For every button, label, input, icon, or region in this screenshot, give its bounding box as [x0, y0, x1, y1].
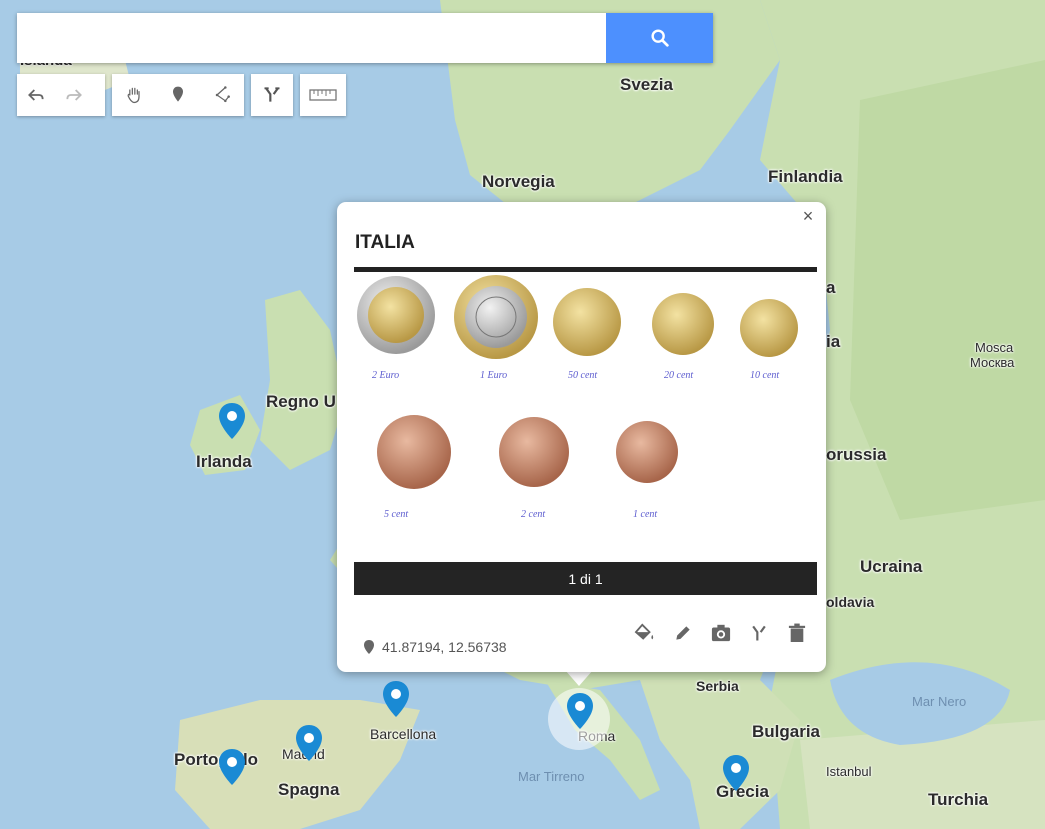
add-photo-button[interactable] — [710, 622, 732, 644]
coin-50-cent — [553, 288, 621, 356]
measure-toolbar — [300, 74, 346, 116]
map-label-spagna: Spagna — [278, 780, 340, 799]
map-label-moldavia: oldavia — [826, 594, 875, 610]
marker-pin-grecia[interactable] — [722, 754, 750, 792]
map-label-svezia: Svezia — [620, 75, 673, 94]
close-icon[interactable]: × — [798, 206, 818, 227]
coordinates-text: 41.87194, 12.56738 — [382, 639, 507, 655]
pencil-icon — [676, 626, 690, 640]
map-label-mosca: Mosca — [975, 340, 1014, 355]
coin-10-cent — [740, 299, 798, 357]
draw-toolbar — [112, 74, 244, 116]
marker-pin-barcellona[interactable] — [382, 680, 410, 718]
map-label-mar-nero: Mar Nero — [912, 694, 967, 709]
map-label-norvegia: Norvegia — [482, 172, 555, 191]
info-window-title: ITALIA — [355, 232, 415, 253]
coin-label: 20 cent — [664, 370, 694, 381]
search-button[interactable] — [606, 13, 713, 63]
infowindow-tail — [565, 670, 593, 686]
draw-line-icon — [215, 86, 230, 103]
image-caption-bar: 1 di 1 — [354, 562, 817, 595]
directions-icon — [264, 87, 280, 102]
marker-icon — [173, 86, 183, 102]
map-label-istanbul: Istanbul — [826, 764, 872, 779]
coin-20-cent — [652, 293, 714, 355]
redo-icon — [66, 89, 82, 101]
map-label-ucraina: Ucraina — [860, 557, 923, 576]
add-directions-button[interactable] — [251, 74, 293, 116]
coin-1-cent — [616, 421, 678, 483]
euro-coins-image — [357, 275, 798, 489]
trash-icon — [788, 623, 806, 642]
redo-button[interactable] — [55, 74, 93, 116]
map-label-irlanda: Irlanda — [196, 452, 252, 471]
info-window-actions — [634, 622, 808, 644]
hand-icon — [127, 87, 140, 104]
marker-pin-irlanda[interactable] — [218, 402, 246, 440]
style-button[interactable] — [634, 622, 656, 644]
map-label-turchia: Turchia — [928, 790, 989, 809]
measure-button[interactable] — [300, 74, 346, 116]
marker-icon — [364, 640, 374, 654]
map-label-fragment-ia: ia — [826, 332, 841, 351]
map-label-mar-tirreno: Mar Tirreno — [518, 769, 585, 784]
marker-pin-italia[interactable] — [566, 692, 594, 730]
map-label-finlandia: Finlandia — [768, 167, 843, 186]
marker-pin-madrid[interactable] — [295, 724, 323, 762]
image-counter: 1 di 1 — [568, 570, 603, 587]
add-marker-button[interactable] — [156, 74, 200, 116]
map-label-fragment-a: a — [826, 278, 836, 297]
coin-label: 50 cent — [568, 370, 598, 381]
search-bar — [17, 13, 713, 63]
map-label-bielorussia: orussia — [826, 445, 887, 464]
search-input[interactable] — [17, 13, 606, 63]
undo-icon — [28, 89, 44, 101]
coin-label: 1 Euro — [480, 370, 508, 381]
coordinates: 41.87194, 12.56738 — [364, 639, 507, 655]
delete-button[interactable] — [786, 622, 808, 644]
coin-label: 1 cent — [633, 509, 658, 520]
map-label-bulgaria: Bulgaria — [752, 722, 821, 741]
map-label-regno-unito: Regno U — [266, 392, 336, 411]
camera-icon — [711, 624, 731, 642]
coin-label: 2 Euro — [372, 370, 400, 381]
marker-pin-portogallo[interactable] — [218, 748, 246, 786]
coin-2-cent — [499, 417, 569, 487]
map-label-mosca-cyrillic: Москва — [970, 355, 1015, 370]
info-window: × ITALIA 2 Euro 1 Euro 50 cent 20 cent 1… — [337, 202, 826, 672]
coin-label: 10 cent — [750, 370, 780, 381]
info-window-image[interactable]: 2 Euro 1 Euro 50 cent 20 cent 10 cent 5 … — [354, 267, 817, 567]
undo-button[interactable] — [17, 74, 55, 116]
pan-button[interactable] — [112, 74, 156, 116]
edit-button[interactable] — [672, 622, 694, 644]
coin-5-cent — [377, 415, 451, 489]
coin-label: 2 cent — [521, 509, 546, 520]
search-icon — [650, 29, 669, 47]
coin-label: 5 cent — [384, 509, 409, 520]
directions-icon — [752, 625, 766, 641]
map-label-serbia: Serbia — [696, 678, 739, 694]
directions-button[interactable] — [748, 622, 770, 644]
history-toolbar — [17, 74, 105, 116]
paint-bucket-icon — [634, 623, 654, 640]
map-label-barcellona: Barcellona — [370, 726, 437, 742]
directions-toolbar — [251, 74, 293, 116]
draw-line-button[interactable] — [200, 74, 244, 116]
ruler-icon — [309, 89, 337, 101]
